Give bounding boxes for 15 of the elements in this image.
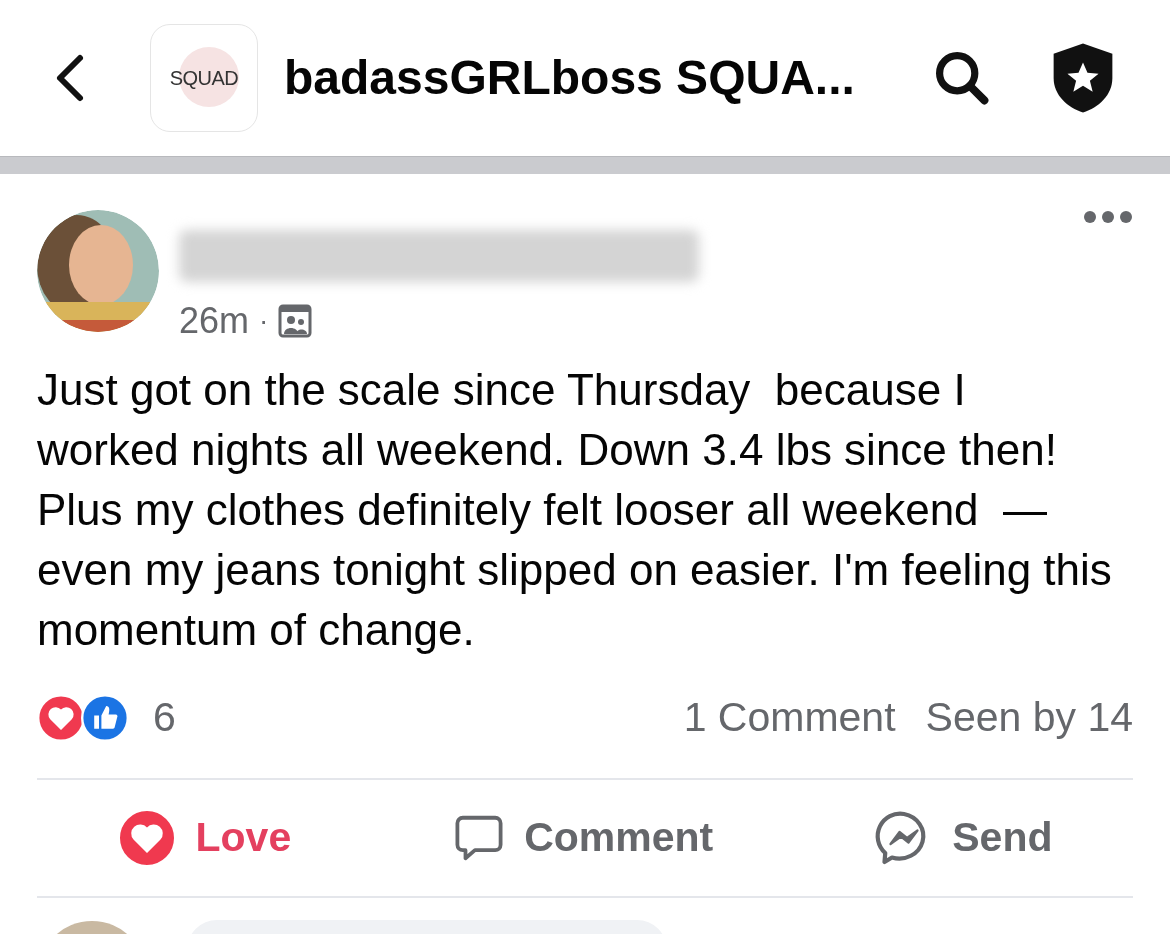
- reaction-count[interactable]: 6: [153, 687, 176, 749]
- comment-count[interactable]: 1 Comment: [683, 687, 896, 749]
- group-members-icon: [278, 304, 313, 338]
- logo-text: SQUAD: [169, 66, 239, 91]
- group-title[interactable]: badassGRLboss SQUA...: [284, 42, 855, 114]
- post-time: 26m: [179, 299, 250, 343]
- action-button[interactable]: Send: [864, 807, 1063, 869]
- more-options-icon[interactable]: [1083, 210, 1133, 224]
- post-text: Just got on the scale since Thursday because I worked nights all weekend. Down 3.4 lbs since then! Plus my clothes definitely felt looser all weekend — even my jeans tonight slipped on easier. I'm feeling this momentum of change.: [37, 364, 1113, 656]
- action-button[interactable]: Love: [107, 807, 302, 869]
- separator-dot: ·: [259, 304, 269, 338]
- like-reaction-icon: [81, 694, 129, 742]
- action-button[interactable]: Comment: [442, 807, 724, 869]
- love-reaction-icon: [37, 694, 85, 742]
- seen-by-count[interactable]: Seen by 14: [925, 687, 1133, 749]
